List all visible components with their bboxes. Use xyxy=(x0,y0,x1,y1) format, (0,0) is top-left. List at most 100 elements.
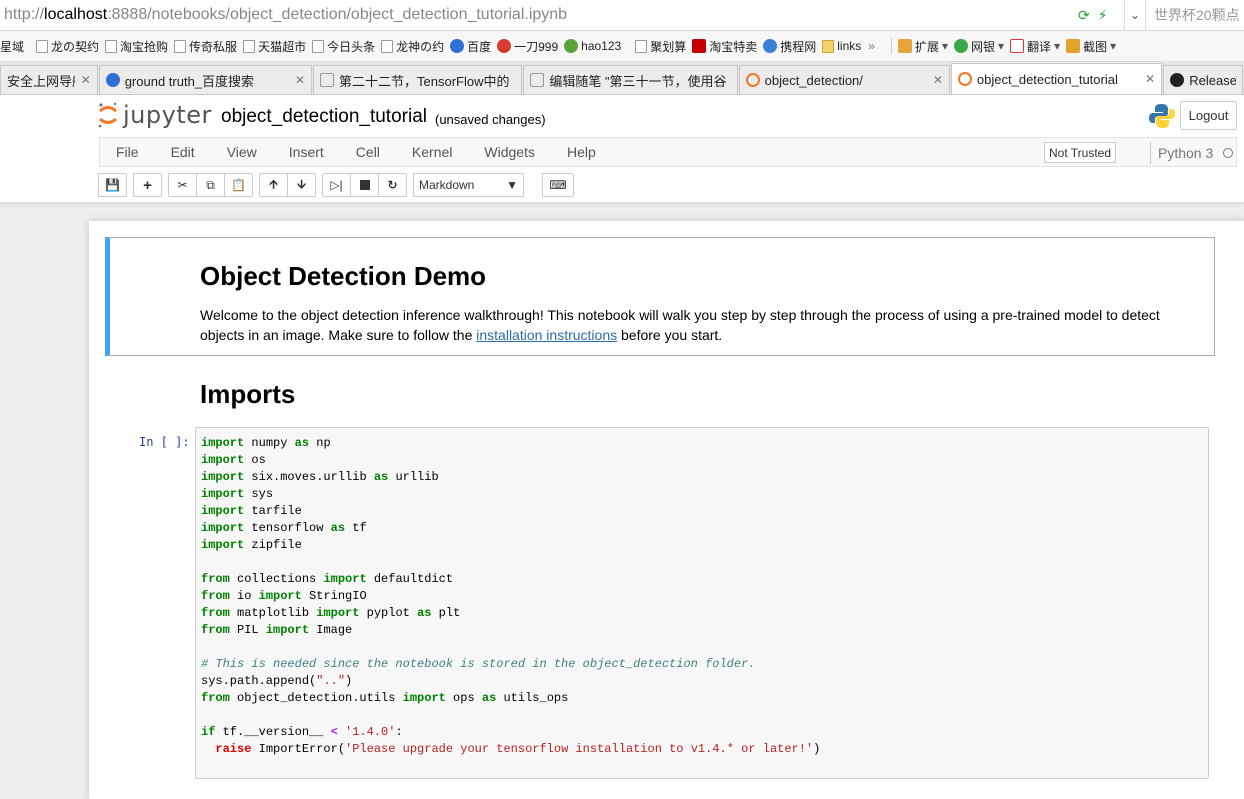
tab[interactable]: 编辑随笔 "第三十一节，使用谷 xyxy=(523,65,738,94)
close-icon[interactable]: ✕ xyxy=(1145,72,1155,86)
address-bar: http://localhost:8888/notebooks/object_d… xyxy=(0,0,1244,31)
bookmark-item[interactable]: 今日头条 xyxy=(312,38,381,55)
bookmark-item[interactable]: links» xyxy=(822,39,881,53)
not-trusted-button[interactable]: Not Trusted xyxy=(1044,142,1117,163)
interrupt-button[interactable] xyxy=(350,173,379,197)
step-forward-icon: ▷| xyxy=(330,178,343,192)
tab-strip: 安全上网导航✕ ground truth_百度搜索✕ 第二十二节，TensorF… xyxy=(0,63,1244,95)
bookmark-item[interactable]: 天猫超市 xyxy=(243,38,312,55)
python-logo-icon xyxy=(1149,104,1175,128)
tab[interactable]: Release xyxy=(1163,65,1243,94)
cell-type-select[interactable]: Markdown ▼ xyxy=(413,173,524,197)
copy-icon: ⧉ xyxy=(206,177,215,192)
notebook-name[interactable]: object_detection_tutorial xyxy=(221,106,427,128)
bookmark-item[interactable]: 传奇私服 xyxy=(174,38,243,55)
menu-widgets[interactable]: Widgets xyxy=(468,144,551,160)
menu-kernel[interactable]: Kernel xyxy=(396,144,468,160)
bookmark-item[interactable]: hao123 xyxy=(564,39,627,53)
tab[interactable]: object_detection/✕ xyxy=(738,65,950,94)
restart-button[interactable]: ↻ xyxy=(378,173,407,197)
keyboard-icon: ⌨ xyxy=(549,178,567,192)
cut-button[interactable]: ✂ xyxy=(168,173,197,197)
baidu-icon xyxy=(450,39,465,53)
bookmark-item[interactable]: 淘宝抢购 xyxy=(105,38,174,55)
installation-link[interactable]: installation instructions xyxy=(476,327,617,343)
close-icon[interactable]: ✕ xyxy=(933,73,943,87)
arrow-up-icon: 🡩 xyxy=(269,176,278,191)
tab[interactable]: 第二十二节，TensorFlow中的 xyxy=(313,65,523,94)
copy-button[interactable]: ⧉ xyxy=(196,173,225,197)
tmall-icon xyxy=(692,39,707,53)
jupyter-toolbar-area: File Edit View Insert Cell Kernel Widget… xyxy=(0,137,1244,203)
url-field[interactable]: http://localhost:8888/notebooks/object_d… xyxy=(0,6,1078,24)
section-heading: Imports xyxy=(200,379,296,409)
restart-icon: ↻ xyxy=(387,178,398,192)
bookmark-item[interactable]: 星域 xyxy=(0,38,30,55)
blog-icon xyxy=(320,73,334,87)
lightning-icon[interactable]: ⚡ xyxy=(1098,7,1108,24)
github-icon xyxy=(1170,73,1185,87)
menu-edit[interactable]: Edit xyxy=(155,144,211,160)
page-icon xyxy=(381,39,394,53)
input-prompt: In [ ]: xyxy=(139,435,190,449)
page-icon xyxy=(312,39,325,53)
notebook-toolbar: 💾 + ✂ ⧉ 📋 🡩 🡫 ▷| ↻ Markdown ▼ ⌨ xyxy=(98,173,580,197)
scissors-icon: ✂ xyxy=(177,178,188,192)
extension-icon xyxy=(897,39,912,53)
paste-icon: 📋 xyxy=(231,178,246,192)
hao123-icon xyxy=(564,39,579,53)
logout-button[interactable]: Logout xyxy=(1180,101,1237,130)
move-down-button[interactable]: 🡫 xyxy=(287,173,316,197)
menu-cell[interactable]: Cell xyxy=(340,144,396,160)
translate-icon xyxy=(1010,39,1025,53)
close-icon[interactable]: ✕ xyxy=(295,73,305,87)
bookmark-item[interactable]: 龙の契约 xyxy=(36,38,105,55)
bookmark-item[interactable]: 百度 xyxy=(450,38,497,55)
dropdown-arrow-icon: ▼ xyxy=(506,178,518,192)
page-icon xyxy=(105,39,118,53)
tab-active[interactable]: object_detection_tutorial ✕ xyxy=(950,63,1163,94)
baidu-icon xyxy=(105,73,120,87)
jupyter-logo[interactable]: jupyter xyxy=(97,101,212,129)
chevron-down-icon[interactable]: ⌄ xyxy=(1124,0,1146,31)
move-up-button[interactable]: 🡩 xyxy=(259,173,288,197)
code-cell[interactable]: import numpy as np import os import six.… xyxy=(195,427,1209,779)
close-icon[interactable]: ✕ xyxy=(81,73,91,87)
menu-file[interactable]: File xyxy=(100,144,155,160)
refresh-icon[interactable]: ⟳ xyxy=(1078,7,1090,24)
insert-cell-button[interactable]: + xyxy=(133,173,162,197)
bookmark-ext[interactable]: 截图 ▾ xyxy=(1066,38,1122,55)
search-box[interactable]: 世界杯20颗点 xyxy=(1146,5,1244,25)
menu-insert[interactable]: Insert xyxy=(273,144,340,160)
bookmark-item[interactable]: 淘宝特卖 xyxy=(692,38,763,55)
more-icon[interactable]: » xyxy=(868,39,875,53)
command-palette-button[interactable]: ⌨ xyxy=(542,173,574,197)
bookmark-item[interactable]: 聚划算 xyxy=(635,38,692,55)
bookmark-item[interactable]: 一刀999 xyxy=(497,38,564,55)
game-icon xyxy=(497,39,512,53)
intro-paragraph: Welcome to the object detection inferenc… xyxy=(200,307,1160,343)
tab[interactable]: 安全上网导航✕ xyxy=(0,65,98,94)
bookmark-item[interactable]: 携程网 xyxy=(763,38,822,55)
notebook-title: Object Detection Demo xyxy=(200,261,487,291)
menu-view[interactable]: View xyxy=(211,144,273,160)
arrow-down-icon: 🡫 xyxy=(297,176,306,191)
folder-icon xyxy=(822,39,835,53)
paste-button[interactable]: 📋 xyxy=(224,173,253,197)
bookmark-item[interactable]: 龙神の约 xyxy=(381,38,450,55)
bookmark-ext[interactable]: 网银 ▾ xyxy=(954,38,1010,55)
jupyter-icon xyxy=(957,72,972,86)
bank-icon xyxy=(954,39,968,53)
kernel-idle-icon xyxy=(1223,148,1234,158)
plus-icon: + xyxy=(143,176,152,194)
stop-icon xyxy=(359,180,370,190)
bookmark-ext[interactable]: 翻译 ▾ xyxy=(1010,38,1066,55)
unsaved-indicator: (unsaved changes) xyxy=(435,112,546,127)
tab[interactable]: ground truth_百度搜索 ✕ xyxy=(98,65,312,94)
menubar: File Edit View Insert Cell Kernel Widget… xyxy=(99,137,1237,167)
ctrip-icon xyxy=(763,39,778,53)
run-button[interactable]: ▷| xyxy=(322,173,351,197)
menu-help[interactable]: Help xyxy=(551,144,612,160)
save-button[interactable]: 💾 xyxy=(98,173,127,197)
bookmark-ext[interactable]: 扩展 ▾ xyxy=(897,38,954,55)
